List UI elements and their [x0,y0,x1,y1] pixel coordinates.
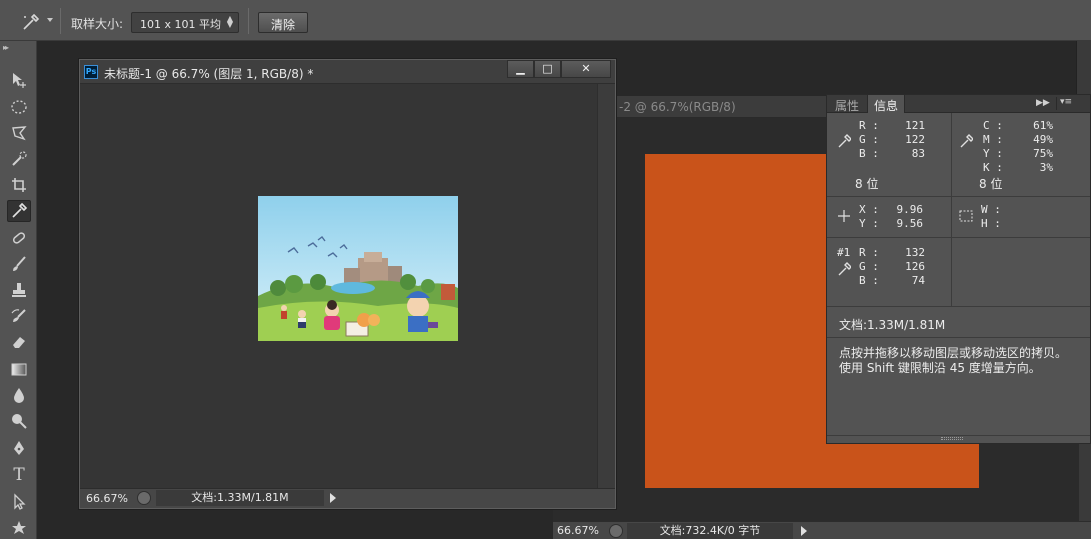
doc2-status-menu-icon[interactable] [801,526,807,536]
color-sampler-icon [838,262,851,276]
cmyk-y-value: 75% [1033,147,1053,160]
photoshop-logo-icon: Ps [84,65,98,79]
rgb-b-label: B : [859,147,879,160]
cmyk-k-label: K : [983,161,1003,174]
marquee-icon[interactable] [7,96,31,118]
sample-size-label: 取样大小: [71,17,124,31]
rgb-b-value: 83 [911,147,925,160]
sample1-r-value: 132 [905,246,925,259]
doc2-zoom[interactable]: 66.67% [557,524,599,537]
doc2-title: -2 @ 66.7%(RGB/8) [619,100,736,114]
panel-dock-strip[interactable] [1076,41,1091,94]
updown-icon: ▲ ▼ [226,14,233,29]
sample1-b-value: 74 [911,274,925,287]
healing-brush-icon[interactable] [7,227,31,249]
panel-divider [827,306,1090,307]
tab-properties[interactable]: 属性 [829,95,865,113]
cmyk-m-value: 49% [1033,133,1053,146]
panel-collapse-icon[interactable]: ▸▸ [3,43,9,52]
sample1-g-label: G : [859,260,879,273]
sample1-b-label: B : [859,274,879,287]
options-bar: 取样大小: 101 x 101 平均 ▲ ▼ 清除 [0,0,1091,41]
rgb-g-value: 122 [905,133,925,146]
tab-info[interactable]: 信息 [867,95,906,113]
tools-panel: ▸▸ T [0,41,37,539]
panel-divider [827,435,1090,436]
doc1-status-icon[interactable] [137,491,151,505]
eyedropper-icon[interactable] [20,12,42,32]
x-label: X : [859,203,879,216]
tool-hint-text: 点按并拖移以移动图层或移动选区的拷贝。使用 Shift 键限制沿 45 度增量方… [839,346,1068,375]
panel-divider [827,196,1090,197]
doc1-zoom[interactable]: 66.67% [86,492,128,505]
move-tool-icon[interactable] [7,69,31,91]
sample-size-value: 101 x 101 平均 [140,18,221,31]
panel-tabbar: 属性 信息 ▶▶ ▾≡ [827,95,1090,113]
cmyk-c-label: C : [983,119,1003,132]
close-button[interactable]: ✕ [561,60,611,78]
rgb-g-label: G : [859,133,879,146]
panel-divider [827,237,1090,238]
tool-preset-caret-icon[interactable] [47,18,53,22]
w-label: W : [981,203,1001,216]
doc1-title: 未标题-1 @ 66.7% (图层 1, RGB/8) * [104,67,314,81]
selection-size-icon [959,210,973,222]
eyedropper-icon [960,134,973,148]
doc2-status-icon[interactable] [609,524,623,538]
clone-stamp-icon[interactable] [7,279,31,301]
shape-icon[interactable] [7,517,31,539]
doc1-statusbar: 66.67% 文档:1.33M/1.81M [80,488,615,508]
h-label: H : [981,217,1001,230]
quick-selection-icon[interactable] [7,148,31,170]
sample1-r-label: R : [859,246,879,259]
sample1-label: #1 [837,246,851,259]
path-selection-icon[interactable] [7,491,31,513]
options-separator [60,8,61,34]
clear-button[interactable]: 清除 [258,12,308,33]
history-brush-icon[interactable] [7,305,31,327]
doc2-doc-size: 文档:732.4K/0 字节 [627,523,793,539]
sample1-g-value: 126 [905,260,925,273]
gradient-icon[interactable] [7,358,31,380]
brush-icon[interactable] [7,253,31,275]
cmyk-m-label: M : [983,133,1003,146]
cmyk-c-value: 61% [1033,119,1053,132]
rgb-r-label: R : [859,119,879,132]
cmyk-bit-depth: 8 位 [979,177,1003,191]
x-value: 9.96 [896,203,924,216]
eraser-icon[interactable] [7,331,31,353]
cartoon-park-image [258,196,458,341]
rgb-bit-depth: 8 位 [855,177,879,191]
y-label: Y : [859,217,879,230]
panel-divider [827,337,1090,338]
panel-menu-icon[interactable]: ▾≡ [1056,97,1074,110]
minimize-button[interactable]: ▁ [507,60,534,78]
eyedropper-icon [838,134,851,148]
y-value: 9.56 [896,217,924,230]
crosshair-icon [838,210,850,222]
pen-icon[interactable] [7,437,31,459]
cmyk-y-label: Y : [983,147,1003,160]
dodge-icon[interactable] [7,410,31,432]
lasso-icon[interactable] [7,122,31,144]
panel-divider [951,113,952,306]
cmyk-k-value: 3% [1039,161,1053,174]
crop-icon[interactable] [7,174,31,196]
blur-icon[interactable] [7,384,31,406]
sample-size-select[interactable]: 101 x 101 平均 ▲ ▼ [131,12,239,33]
type-icon[interactable]: T [7,464,31,486]
doc1-status-menu-icon[interactable] [330,493,336,503]
rgb-r-value: 121 [905,119,925,132]
panel-resize-grip-icon[interactable] [941,437,963,440]
doc2-statusbar: 66.67% 文档:732.4K/0 字节 [553,521,1091,539]
doc1-scrollbar[interactable] [597,84,615,488]
eyedropper-tool-icon[interactable] [7,200,31,222]
maximize-button[interactable]: □ [534,60,561,78]
info-panel: 属性 信息 ▶▶ ▾≡ R : G : B : 121 122 83 8 位 C… [826,94,1091,444]
panel-collapse-icon[interactable]: ▶▶ [1036,98,1050,108]
doc1-titlebar[interactable]: Ps 未标题-1 @ 66.7% (图层 1, RGB/8) * ▁ □ ✕ [80,60,615,84]
options-separator [248,8,249,34]
info-doc-size: 文档:1.33M/1.81M [839,318,946,332]
doc1-doc-size: 文档:1.33M/1.81M [156,490,324,506]
